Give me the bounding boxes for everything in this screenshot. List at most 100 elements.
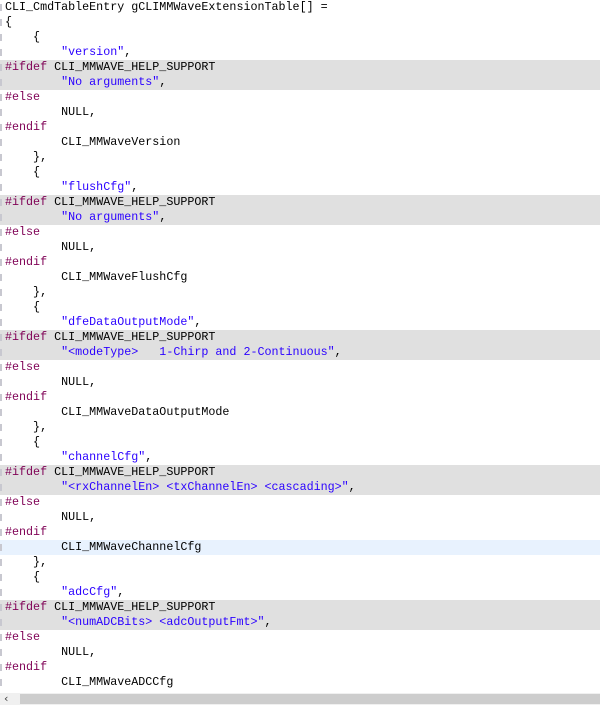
code-line[interactable]: CLI_CmdTableEntry gCLIMMWaveExtensionTab… (0, 0, 600, 15)
gutter-marker (0, 664, 2, 671)
code-line[interactable]: "version", (0, 45, 600, 60)
code-line[interactable]: #else (0, 90, 600, 105)
gutter-marker (0, 454, 2, 461)
code-text: { (5, 30, 41, 44)
gutter-marker (0, 64, 2, 71)
gutter-marker (0, 619, 2, 626)
gutter-marker (0, 244, 2, 251)
code-text: CLI_CmdTableEntry gCLIMMWaveExtensionTab… (5, 0, 328, 14)
scrollbar-thumb[interactable] (20, 694, 600, 704)
code-line[interactable]: #endif (0, 525, 600, 540)
code-line[interactable]: }, (0, 285, 600, 300)
code-line[interactable]: }, (0, 150, 600, 165)
gutter-marker (0, 394, 2, 401)
gutter-marker (0, 349, 2, 356)
gutter-marker (0, 139, 2, 146)
code-line[interactable]: { (0, 165, 600, 180)
gutter-marker (0, 94, 2, 101)
code-line[interactable]: "adcCfg", (0, 585, 600, 600)
gutter-marker (0, 439, 2, 446)
gutter-marker (0, 409, 2, 416)
horizontal-scrollbar[interactable]: ‹ (0, 692, 600, 705)
code-text: NULL, (5, 375, 97, 389)
code-line[interactable]: NULL, (0, 105, 600, 120)
code-line[interactable]: #else (0, 360, 600, 375)
code-line[interactable]: CLI_MMWaveFlushCfg (0, 270, 600, 285)
gutter-marker (0, 4, 2, 11)
code-editor[interactable]: CLI_CmdTableEntry gCLIMMWaveExtensionTab… (0, 0, 600, 693)
code-line[interactable]: #ifdef CLI_MMWAVE_HELP_SUPPORT (0, 195, 600, 210)
gutter-marker (0, 289, 2, 296)
code-text: CLI_MMWAVE_HELP_SUPPORT (47, 465, 216, 479)
current-code-line[interactable]: CLI_MMWaveChannelCfg (0, 540, 600, 555)
code-line[interactable]: "No arguments", (0, 75, 600, 90)
preprocessor-directive: #ifdef (5, 600, 48, 614)
code-line[interactable]: { (0, 30, 600, 45)
preprocessor-directive: #else (5, 630, 41, 644)
code-text: }, (5, 420, 48, 434)
code-line[interactable]: NULL, (0, 375, 600, 390)
code-line[interactable]: #ifdef CLI_MMWAVE_HELP_SUPPORT (0, 600, 600, 615)
code-line[interactable]: #ifdef CLI_MMWAVE_HELP_SUPPORT (0, 330, 600, 345)
code-line[interactable]: }, (0, 555, 600, 570)
gutter-marker (0, 199, 2, 206)
code-line[interactable]: #else (0, 630, 600, 645)
code-line[interactable]: { (0, 15, 600, 30)
code-line[interactable]: "flushCfg", (0, 180, 600, 195)
code-text: { (5, 300, 41, 314)
code-line[interactable]: CLI_MMWaveVersion (0, 135, 600, 150)
preprocessor-directive: #endif (5, 390, 48, 404)
code-line[interactable]: CLI_MMWaveADCCfg (0, 675, 600, 690)
code-text: , (264, 615, 272, 629)
code-line[interactable]: #endif (0, 390, 600, 405)
code-line[interactable]: { (0, 300, 600, 315)
code-text: }, (5, 285, 48, 299)
code-line[interactable]: #else (0, 225, 600, 240)
code-line[interactable]: CLI_MMWaveDataOutputMode (0, 405, 600, 420)
code-line[interactable]: { (0, 435, 600, 450)
string-literal: "<rxChannelEn> <txChannelEn> <cascading>… (61, 480, 349, 494)
chevron-left-icon[interactable]: ‹ (4, 692, 8, 705)
code-text: , (124, 45, 132, 59)
code-text: CLI_MMWaveFlushCfg (5, 270, 188, 284)
code-text: NULL, (5, 645, 97, 659)
code-line[interactable]: "channelCfg", (0, 450, 600, 465)
code-text: , (131, 180, 139, 194)
code-line[interactable]: #else (0, 495, 600, 510)
code-line[interactable]: NULL, (0, 645, 600, 660)
code-line[interactable]: "<numADCBits> <adcOutputFmt>", (0, 615, 600, 630)
code-line[interactable]: #endif (0, 660, 600, 675)
code-line[interactable]: "dfeDataOutputMode", (0, 315, 600, 330)
gutter-marker (0, 544, 2, 551)
string-literal: "channelCfg" (61, 450, 146, 464)
code-text: , (348, 480, 356, 494)
preprocessor-directive: #else (5, 495, 41, 509)
gutter-marker (0, 679, 2, 686)
code-line[interactable]: #ifdef CLI_MMWAVE_HELP_SUPPORT (0, 60, 600, 75)
string-literal: "adcCfg" (61, 585, 118, 599)
code-line[interactable]: }, (0, 420, 600, 435)
gutter-marker (0, 484, 2, 491)
gutter-marker (0, 514, 2, 521)
code-line[interactable]: "<rxChannelEn> <txChannelEn> <cascading>… (0, 480, 600, 495)
gutter-marker (0, 304, 2, 311)
code-text: NULL, (5, 510, 97, 524)
code-line[interactable]: #endif (0, 255, 600, 270)
code-text: CLI_MMWaveDataOutputMode (5, 405, 230, 419)
code-line[interactable]: #ifdef CLI_MMWAVE_HELP_SUPPORT (0, 465, 600, 480)
code-text: CLI_MMWaveChannelCfg (5, 540, 202, 554)
code-line[interactable]: NULL, (0, 240, 600, 255)
code-line[interactable]: "<modeType> 1-Chirp and 2-Continuous", (0, 345, 600, 360)
code-line[interactable]: #endif (0, 120, 600, 135)
code-text: , (159, 75, 167, 89)
code-line[interactable]: NULL, (0, 510, 600, 525)
code-line[interactable]: { (0, 570, 600, 585)
code-line[interactable]: "No arguments", (0, 210, 600, 225)
preprocessor-directive: #else (5, 90, 41, 104)
